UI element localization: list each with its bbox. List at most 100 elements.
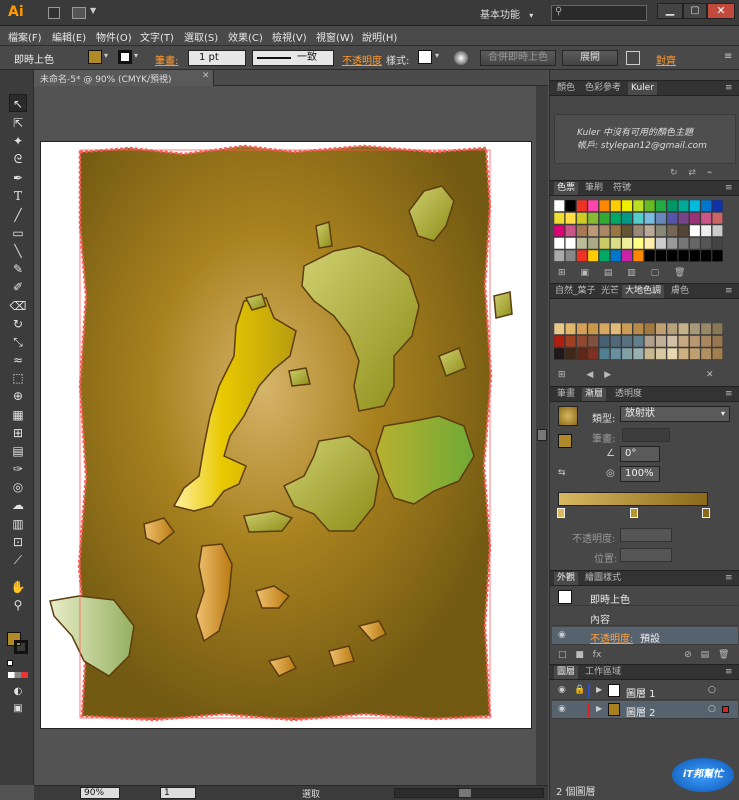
vertical-scrollbar[interactable] [536,86,548,785]
swatch[interactable] [553,224,565,237]
lasso-tool-icon[interactable]: ᘓ [9,150,27,168]
swatch[interactable] [711,249,723,262]
tab-transparency[interactable]: 透明度 [612,388,645,401]
swatch[interactable] [689,199,701,212]
stroke-color-box[interactable] [14,640,28,654]
horizontal-scrollbar[interactable] [394,788,544,798]
kuler-action-icon[interactable]: ⇄ [688,168,696,178]
swatch[interactable] [700,249,712,262]
panel-menu-icon[interactable]: ≡ [722,572,736,585]
tab-library-leaves[interactable]: 自然_葉子 [552,285,599,298]
swatch[interactable] [666,199,678,212]
gradient-stop-left[interactable] [557,508,565,518]
duplicate-item-icon[interactable]: ▤ [701,650,710,660]
add-fill-icon[interactable]: ■ [575,650,584,660]
layer-row[interactable]: ◉ ▶ 圖層 2 ○ [552,701,738,719]
earth-swatch[interactable] [711,322,723,335]
magic-wand-tool-icon[interactable]: ✦ [9,132,27,150]
earth-swatch[interactable] [644,347,656,360]
minimize-button[interactable]: ▁ [657,3,683,19]
earth-swatch[interactable] [655,335,667,348]
swatch[interactable] [678,249,690,262]
scroll-thumb[interactable] [537,429,547,441]
tab-symbols[interactable]: 符號 [610,182,634,195]
swatch[interactable] [644,212,656,225]
menu-file[interactable]: 檔案(F) [8,29,42,44]
swatch[interactable] [644,249,656,262]
selected-art-indicator[interactable] [722,706,729,713]
swatch[interactable] [644,237,656,250]
layer-row[interactable]: ◉ 🔒 ▶ 圖層 1 ○ [552,682,738,700]
gradient-angle-field[interactable]: 0° [620,446,660,462]
panel-menu-icon[interactable]: ≡ [722,285,736,298]
earth-swatch[interactable] [553,335,565,348]
next-library-icon[interactable]: ▶ [604,370,611,380]
earth-swatch[interactable] [655,322,667,335]
opacity-label[interactable]: 不透明度 [342,52,382,67]
draw-mode-icon[interactable]: ◐ [9,683,27,701]
close-icon[interactable]: ✕ [202,71,210,81]
blob-brush-tool-icon[interactable]: ✐ [9,278,27,296]
swatch[interactable] [655,237,667,250]
earth-swatch[interactable] [711,335,723,348]
swatch[interactable] [621,249,633,262]
eyedropper-tool-icon[interactable]: ✑ [9,460,27,478]
chevron-down-icon[interactable]: ▾ [134,51,138,60]
swatch[interactable] [644,199,656,212]
pen-tool-icon[interactable]: ✒ [9,169,27,187]
earth-swatch[interactable] [632,335,644,348]
menu-help[interactable]: 說明(H) [362,29,397,44]
swatch-grid[interactable] [553,199,726,264]
shape-builder-tool-icon[interactable]: ⊕ [9,387,27,405]
rotate-tool-icon[interactable]: ↻ [9,315,27,333]
menu-view[interactable]: 檢視(V) [272,29,307,44]
earth-swatch[interactable] [644,335,656,348]
swatch[interactable] [678,237,690,250]
earth-swatch[interactable] [678,335,690,348]
tab-layers[interactable]: 圖層 [554,666,579,679]
earth-swatch[interactable] [576,322,588,335]
gradient-stop-mid[interactable] [630,508,638,518]
direct-selection-tool-icon[interactable]: ⇱ [9,114,27,132]
swatch[interactable] [598,212,610,225]
swatch[interactable] [565,199,577,212]
scale-tool-icon[interactable]: ⤡ [9,333,27,351]
show-kinds-icon[interactable]: ▣ [580,268,595,278]
kuler-link-icon[interactable]: ⌁ [707,168,712,178]
hscroll-thumb[interactable] [459,789,471,797]
tab-graphic-styles[interactable]: 繪圖樣式 [582,572,624,585]
earth-swatch[interactable] [587,322,599,335]
gradient-slider[interactable] [558,492,708,506]
earth-swatch[interactable] [632,322,644,335]
align-label[interactable]: 對齊 [656,52,676,67]
mesh-tool-icon[interactable]: ⊞ [9,424,27,442]
earth-swatch[interactable] [700,335,712,348]
swatch[interactable] [632,249,644,262]
gradient-ratio-field[interactable]: 100% [620,466,660,482]
earth-swatch[interactable] [587,335,599,348]
line-tool-icon[interactable]: ╱ [9,206,27,224]
panel-menu-icon[interactable]: ≡ [722,182,736,195]
earth-swatch[interactable] [598,335,610,348]
fill-swatch[interactable] [88,50,102,64]
stroke-label[interactable]: 筆畫: [155,52,178,67]
swatch[interactable] [678,199,690,212]
selection-tool-icon[interactable]: ↖ [9,94,27,112]
swatch[interactable] [711,237,723,250]
swatch[interactable] [655,224,667,237]
swatch[interactable] [666,237,678,250]
pencil-tool-icon[interactable]: ✎ [9,260,27,278]
earth-swatch[interactable] [689,347,701,360]
gradient-location-field[interactable] [620,548,672,562]
layer-name[interactable]: 圖層 1 [626,685,656,700]
paintbrush-tool-icon[interactable]: ╲ [9,242,27,260]
swatch[interactable] [666,212,678,225]
menu-type[interactable]: 文字(T) [140,29,174,44]
swatch[interactable] [553,212,565,225]
add-effect-icon[interactable]: fx [593,650,602,660]
swatch[interactable] [598,249,610,262]
earth-swatch[interactable] [621,347,633,360]
earth-swatch-graphic[interactable] [553,322,726,363]
free-transform-tool-icon[interactable]: ⬚ [9,369,27,387]
page-field[interactable]: 1 [160,787,196,799]
